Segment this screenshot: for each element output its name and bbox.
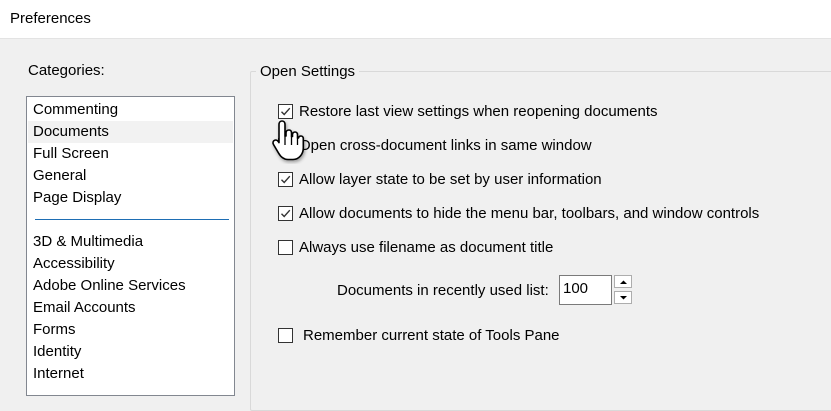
- filename-title-option[interactable]: Always use filename as document title: [278, 237, 553, 257]
- category-item-documents[interactable]: Documents: [28, 121, 233, 143]
- chevron-down-icon: [620, 296, 627, 300]
- category-item-accessibility[interactable]: Accessibility: [33, 253, 115, 275]
- open-settings-legend: Open Settings: [256, 63, 360, 80]
- recent-list-spin-up[interactable]: [614, 275, 632, 288]
- hide-menu-bar-label: Allow documents to hide the menu bar, to…: [299, 204, 760, 222]
- checkmark-icon: [281, 209, 291, 218]
- tools-pane-checkbox[interactable]: [278, 327, 293, 343]
- category-item-3d-multimedia[interactable]: 3D & Multimedia: [33, 231, 143, 253]
- category-item-adobe-online-services[interactable]: Adobe Online Services: [33, 275, 186, 297]
- title-bar: Preferences: [0, 0, 831, 39]
- recent-list-label: Documents in recently used list:: [337, 282, 549, 299]
- window-title: Preferences: [10, 10, 91, 27]
- recent-list-input[interactable]: 100: [559, 275, 612, 305]
- hide-menu-bar-checkbox[interactable]: [278, 205, 293, 221]
- category-item-full-screen[interactable]: Full Screen: [33, 143, 109, 165]
- categories-label: Categories:: [28, 62, 105, 79]
- filename-title-checkbox[interactable]: [278, 239, 293, 255]
- category-item-identity[interactable]: Identity: [33, 341, 81, 363]
- category-item-email-accounts[interactable]: Email Accounts: [33, 297, 136, 319]
- cross-document-links-option[interactable]: Open cross-document links in same window: [278, 135, 592, 155]
- layer-state-option[interactable]: Allow layer state to be set by user info…: [278, 169, 602, 189]
- checkmark-icon: [281, 107, 291, 116]
- layer-state-label: Allow layer state to be set by user info…: [299, 170, 602, 188]
- category-item-general[interactable]: General: [33, 165, 86, 187]
- category-item-page-display[interactable]: Page Display: [33, 187, 121, 209]
- restore-view-settings-label: Restore last view settings when reopenin…: [299, 102, 658, 120]
- cross-document-links-label: Open cross-document links in same window: [299, 136, 592, 154]
- category-item-forms[interactable]: Forms: [33, 319, 76, 341]
- categories-list[interactable]: Commenting Documents Full Screen General…: [26, 96, 235, 396]
- category-divider: [35, 219, 229, 220]
- restore-view-settings-option[interactable]: Restore last view settings when reopenin…: [278, 101, 658, 121]
- filename-title-label: Always use filename as document title: [299, 238, 554, 256]
- chevron-up-icon: [620, 280, 627, 284]
- tools-pane-label: Remember current state of Tools Pane: [303, 326, 560, 344]
- layer-state-checkbox[interactable]: [278, 171, 293, 187]
- checkmark-icon: [281, 175, 291, 184]
- recent-list-spin-down[interactable]: [614, 291, 632, 304]
- tools-pane-option[interactable]: Remember current state of Tools Pane: [278, 325, 560, 345]
- category-item-internet[interactable]: Internet: [33, 363, 84, 385]
- hand-pointer-icon: [272, 120, 305, 161]
- category-item-commenting[interactable]: Commenting: [33, 99, 118, 121]
- hide-menu-bar-option[interactable]: Allow documents to hide the menu bar, to…: [278, 203, 759, 223]
- restore-view-settings-checkbox[interactable]: [278, 103, 293, 119]
